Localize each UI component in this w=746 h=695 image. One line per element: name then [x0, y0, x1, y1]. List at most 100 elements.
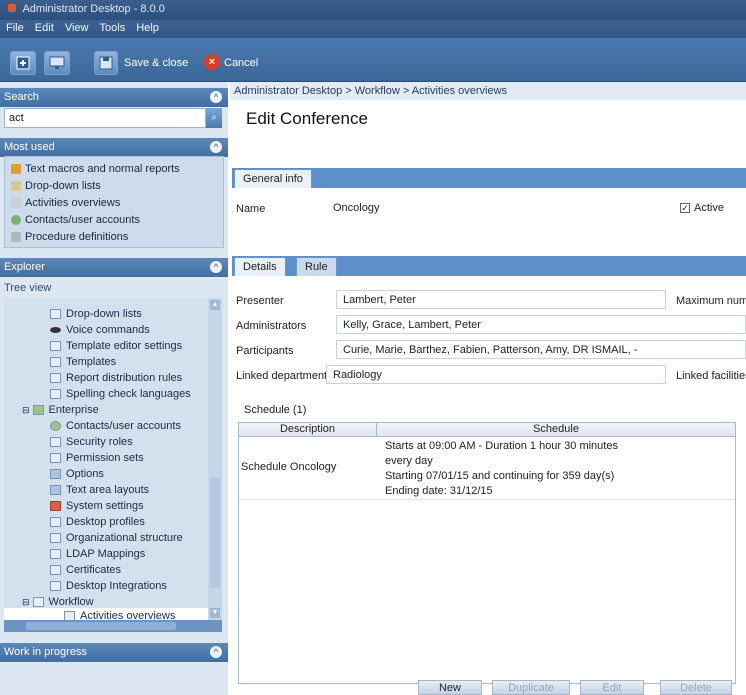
voice-icon [50, 327, 61, 333]
contacts-icon [11, 215, 21, 225]
tree-view-label: Tree view [4, 282, 52, 294]
add-icon [16, 56, 30, 70]
page-title: Edit Conference [246, 109, 368, 128]
menu-view[interactable]: View [65, 22, 89, 34]
contacts-icon [50, 421, 61, 431]
collapse-icon[interactable]: ^ [210, 91, 222, 103]
collapse-icon[interactable]: ^ [210, 141, 222, 153]
name-field[interactable]: Oncology [326, 198, 670, 217]
template-icon [50, 357, 61, 367]
most-used-item[interactable]: Contacts/user accounts [11, 212, 140, 228]
tree-item-activities-overviews[interactable]: Activities overviews [4, 608, 208, 620]
options-icon [50, 469, 61, 479]
certificate-icon [50, 565, 61, 575]
cancel-button[interactable]: Cancel [224, 57, 258, 69]
tree-item[interactable]: Options [50, 466, 104, 482]
collapse-icon[interactable]: ^ [210, 646, 222, 658]
tree-item[interactable]: Voice commands [50, 322, 150, 338]
scroll-thumb[interactable] [26, 622, 176, 630]
tree-item[interactable]: Text area layouts [50, 482, 149, 498]
participants-field[interactable]: Curie, Marie, Barthez, Fabien, Patterson… [336, 340, 746, 359]
menu-help[interactable]: Help [136, 22, 159, 34]
new-item-button[interactable] [10, 51, 36, 75]
tab-details[interactable]: Details [234, 257, 286, 276]
tree-item[interactable]: Template editor settings [50, 338, 182, 354]
tab-general-info[interactable]: General info [234, 169, 312, 188]
tree-item[interactable]: Desktop Integrations [50, 578, 167, 594]
collapse-toggle-icon[interactable]: ⊟ [22, 405, 30, 416]
search-icon[interactable]: ⌕ [206, 108, 222, 128]
tree-item[interactable]: Certificates [50, 562, 121, 578]
presenter-field[interactable]: Lambert, Peter [336, 290, 666, 309]
schedule-count-label: Schedule (1) [244, 404, 307, 416]
tree-item[interactable]: Security roles [50, 434, 133, 450]
menu-file[interactable]: File [6, 22, 24, 34]
tree-item[interactable]: Organizational structure [50, 530, 183, 546]
window-title-bar: Administrator Desktop - 8.0.0 [0, 0, 746, 20]
scroll-up-icon[interactable]: ▲ [210, 300, 220, 310]
report-icon [50, 373, 61, 383]
collapse-icon[interactable]: ^ [210, 261, 222, 273]
tree-item[interactable]: Desktop profiles [50, 514, 145, 530]
linked-departments-field[interactable]: Radiology [326, 365, 666, 384]
list-icon [50, 309, 61, 319]
window-title: Administrator Desktop - 8.0.0 [22, 3, 165, 15]
administrators-label: Administrators [236, 320, 307, 332]
work-in-progress-panel-header[interactable]: Work in progress ^ [0, 643, 228, 662]
active-checkbox[interactable]: ✓ [680, 203, 690, 213]
tree-item-label: System settings [66, 500, 144, 512]
delete-button[interactable]: Delete [660, 680, 732, 695]
scroll-down-icon[interactable]: ▼ [210, 608, 220, 618]
most-used-item[interactable]: Procedure definitions [11, 229, 128, 245]
print-button[interactable] [44, 51, 70, 75]
tree-item[interactable]: Templates [50, 354, 116, 370]
menu-edit[interactable]: Edit [35, 22, 54, 34]
tree-item[interactable]: Contacts/user accounts [50, 418, 181, 434]
tree-item[interactable]: Drop-down lists [50, 306, 142, 322]
schedule-line: Ending date: 31/12/15 [385, 485, 493, 497]
most-used-item[interactable]: Activities overviews [11, 195, 120, 211]
duplicate-button[interactable]: Duplicate [492, 680, 570, 695]
tree-item[interactable]: Permission sets [50, 450, 144, 466]
tree-vertical-scrollbar[interactable]: ▲ ▼ [208, 298, 222, 620]
most-used-panel-header[interactable]: Most used ^ [0, 138, 228, 157]
tree-item[interactable]: System settings [50, 498, 144, 514]
search-input[interactable]: act [4, 108, 206, 128]
layout-icon [50, 485, 61, 495]
tab-rule[interactable]: Rule [296, 257, 337, 276]
tree-item-label: Report distribution rules [66, 372, 183, 384]
table-row[interactable]: Schedule Oncology Starts at 09:00 AM - D… [239, 438, 735, 500]
work-in-progress-label: Work in progress [4, 646, 87, 658]
explorer-panel-header[interactable]: Explorer ^ [0, 258, 228, 277]
administrators-field[interactable]: Kelly, Grace, Lambert, Peter [336, 315, 746, 334]
collapse-toggle-icon[interactable]: ⊟ [22, 597, 30, 608]
ldap-icon [50, 549, 61, 559]
monitor-icon [49, 56, 65, 69]
edit-button[interactable]: Edit [580, 680, 644, 695]
menu-tools[interactable]: Tools [100, 22, 126, 34]
spelling-icon [50, 389, 61, 399]
active-label: Active [694, 202, 724, 214]
save-close-button[interactable]: Save & close [124, 57, 188, 69]
most-used-item[interactable]: Drop-down lists [11, 178, 101, 194]
integration-icon [50, 581, 61, 591]
tree-item-label: Enterprise [48, 404, 99, 416]
column-header-description[interactable]: Description [239, 423, 377, 437]
save-close-icon-button[interactable] [94, 51, 118, 75]
tree-horizontal-scrollbar[interactable] [4, 620, 222, 632]
tree-item-label: Spelling check languages [66, 388, 191, 400]
search-panel-header[interactable]: Search ^ [0, 88, 228, 107]
cancel-icon[interactable]: × [204, 54, 220, 70]
tree-item[interactable]: LDAP Mappings [50, 546, 145, 562]
tree-item-label: Template editor settings [66, 340, 183, 352]
column-header-schedule[interactable]: Schedule [377, 423, 735, 437]
scroll-thumb[interactable] [210, 478, 220, 588]
tree-item[interactable]: Spelling check languages [50, 386, 191, 402]
tree-item-enterprise[interactable]: ⊟ Enterprise [22, 402, 99, 418]
most-used-item[interactable]: Text macros and normal reports [11, 161, 180, 177]
tree-item-label: Activities overviews [80, 610, 176, 620]
tree-item-label: Certificates [66, 564, 122, 576]
tree-item[interactable]: Report distribution rules [50, 370, 182, 386]
new-button[interactable]: New [418, 680, 482, 695]
tree-item-label: Desktop profiles [66, 516, 145, 528]
